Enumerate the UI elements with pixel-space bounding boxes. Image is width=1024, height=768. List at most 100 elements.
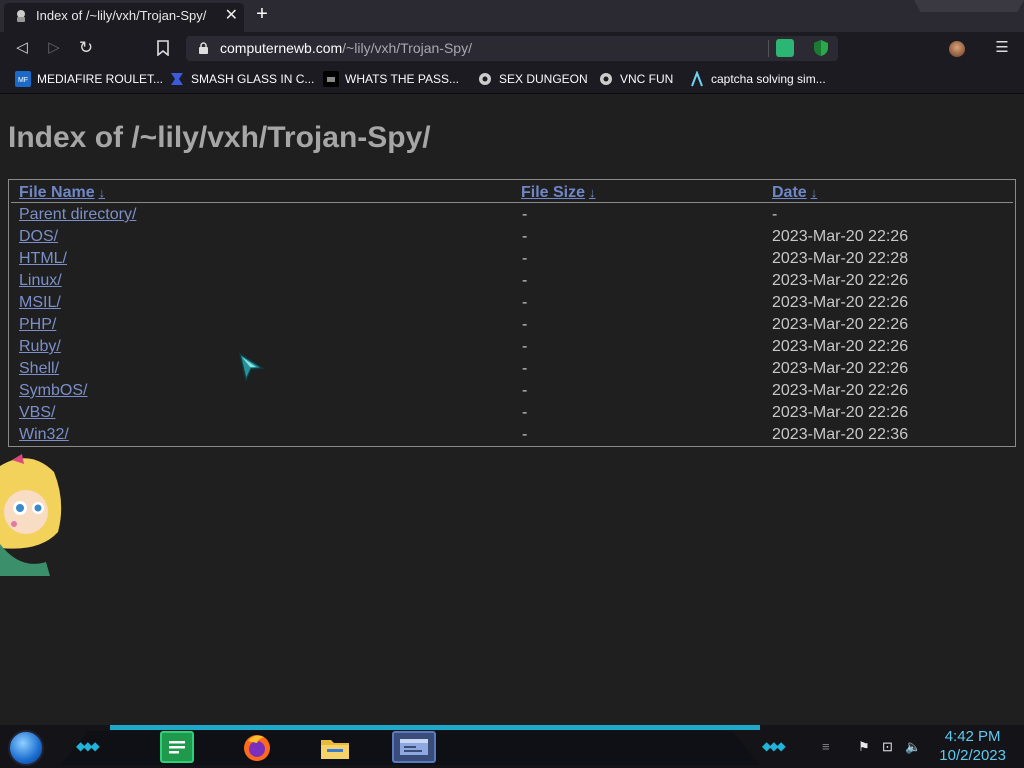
network-icon[interactable]: ⊡ <box>882 739 893 755</box>
table-row: MSIL/ - 2023-Mar-20 22:26 <box>9 294 1015 316</box>
browser-tab[interactable]: Index of /~lily/vxh/Trojan-Spy/ ✕ <box>4 3 244 32</box>
bookmark-whats-the-pass[interactable]: WHATS THE PASS... <box>323 71 459 87</box>
window-icon <box>400 739 428 755</box>
start-button[interactable] <box>8 730 44 766</box>
bookmark-label: SEX DUNGEON <box>499 72 588 86</box>
bookmark-sex-dungeon[interactable]: SEX DUNGEON <box>477 71 588 87</box>
bookmark-mediafire[interactable]: MF MEDIAFIRE ROULET... <box>15 71 163 87</box>
taskbar-file-explorer-icon[interactable] <box>318 731 352 763</box>
file-size: - <box>522 404 528 421</box>
sort-arrow-icon: ↓ <box>810 185 818 200</box>
page-title: Index of /~lily/vxh/Trojan-Spy/ <box>8 121 431 154</box>
file-link[interactable]: DOS/ <box>19 228 58 246</box>
file-link[interactable]: Parent directory/ <box>19 206 136 224</box>
file-link[interactable]: Ruby/ <box>19 338 61 356</box>
file-date: 2023-Mar-20 22:26 <box>772 360 909 377</box>
folder-icon <box>321 740 349 759</box>
column-divider <box>512 202 513 203</box>
file-date: 2023-Mar-20 22:26 <box>772 228 909 245</box>
file-size: - <box>522 250 528 267</box>
column-header-label: File Size <box>521 184 586 201</box>
tab-title: Index of /~lily/vxh/Trojan-Spy/ <box>36 8 207 23</box>
dark-site-icon <box>323 71 339 87</box>
taskbar-chevrons-icon: ◆◆◆ <box>76 739 100 753</box>
table-row: DOS/ - 2023-Mar-20 22:26 <box>9 228 1015 250</box>
tab-close-icon[interactable]: ✕ <box>225 3 238 28</box>
bookmark-label: WHATS THE PASS... <box>345 72 460 86</box>
file-date: 2023-Mar-20 22:26 <box>772 294 909 311</box>
tray-overflow-icon[interactable]: ≡ <box>822 739 830 754</box>
cartoon-character-sticker <box>0 454 62 576</box>
taskbar-accent <box>110 725 760 730</box>
file-size: - <box>522 360 528 377</box>
bookmarks-bar: MF MEDIAFIRE ROULET... SMASH GLASS IN C.… <box>0 64 1024 94</box>
notes-icon <box>169 741 185 754</box>
clock-time: 4:42 PM <box>944 728 1001 745</box>
bookmark-label: MEDIAFIRE ROULET... <box>37 72 164 86</box>
bookmark-smash-glass[interactable]: SMASH GLASS IN C... <box>169 71 314 87</box>
column-header-label: Date <box>772 184 807 201</box>
table-row: Shell/ - 2023-Mar-20 22:26 <box>9 360 1015 382</box>
url-text[interactable]: computernewb.com/~lily/vxh/Trojan-Spy/ <box>220 40 472 56</box>
file-link[interactable]: Win32/ <box>19 426 69 444</box>
reload-button[interactable]: ↻ <box>75 37 97 59</box>
new-tab-button[interactable]: + <box>252 4 272 25</box>
file-size: - <box>522 228 528 245</box>
taskbar-firefox-icon[interactable] <box>240 731 274 763</box>
taskbar-window-app-icon[interactable] <box>392 731 436 763</box>
sort-arrow-icon: ↓ <box>589 185 596 200</box>
page-content: Index of /~lily/vxh/Trojan-Spy/ File Nam… <box>0 95 1024 725</box>
sort-arrow-icon: ↓ <box>98 185 106 200</box>
file-link[interactable]: SymbOS/ <box>19 382 87 400</box>
directory-listing: File Name ↓ File Size ↓ Date ↓ Parent direc… <box>8 179 1016 447</box>
url-host: computernewb.com <box>220 40 343 56</box>
firefox-icon <box>244 735 270 761</box>
taskbar-chevrons-right-icon: ◆◆◆ <box>762 739 786 753</box>
gear-site-icon <box>479 73 491 85</box>
file-date: 2023-Mar-20 22:28 <box>772 250 909 267</box>
file-link[interactable]: MSIL/ <box>19 294 61 312</box>
table-row: SymbOS/ - 2023-Mar-20 22:26 <box>9 382 1015 404</box>
app-menu-button[interactable]: ☰ <box>991 37 1013 59</box>
file-link[interactable]: VBS/ <box>19 404 55 422</box>
system-clock[interactable]: 4:42 PM 10/2/2023 <box>939 727 1006 765</box>
bookmark-captcha[interactable]: captcha solving sim... <box>689 71 826 87</box>
clock-date: 10/2/2023 <box>939 747 1006 764</box>
column-header-date[interactable]: Date ↓ <box>772 184 817 202</box>
file-date: 2023-Mar-20 22:26 <box>772 338 909 355</box>
column-header-size[interactable]: File Size ↓ <box>521 184 596 202</box>
action-center-flag-icon[interactable]: ⚑ <box>858 739 870 755</box>
file-date: - <box>772 206 778 223</box>
forward-button[interactable]: ▷ <box>43 37 65 59</box>
bookmark-icon[interactable] <box>156 40 170 56</box>
file-date: 2023-Mar-20 22:26 <box>772 404 909 421</box>
back-button[interactable]: ◁ <box>11 37 33 59</box>
tab-strip: Index of /~lily/vxh/Trojan-Spy/ ✕ + <box>0 0 1024 32</box>
file-date: 2023-Mar-20 22:26 <box>772 316 909 333</box>
bookmark-label: captcha solving sim... <box>711 72 826 86</box>
file-date: 2023-Mar-20 22:26 <box>772 272 909 289</box>
taskbar: ◆◆◆ ◆◆◆ ≡ ⚑ ⊡ 🔈 4:42 PM 10/2/2023 <box>0 725 1024 768</box>
file-size: - <box>522 206 528 223</box>
table-row: HTML/ - 2023-Mar-20 22:28 <box>9 250 1015 272</box>
bookmark-label: SMASH GLASS IN C... <box>191 72 315 86</box>
file-link[interactable]: PHP/ <box>19 316 56 334</box>
extension-chat-icon[interactable] <box>776 39 794 57</box>
file-link[interactable]: Shell/ <box>19 360 59 378</box>
table-row: VBS/ - 2023-Mar-20 22:26 <box>9 404 1015 426</box>
table-row: Parent directory/ - - <box>9 206 1015 228</box>
column-header-name[interactable]: File Name ↓ <box>19 184 105 202</box>
file-size: - <box>522 382 528 399</box>
gear-site-icon <box>600 73 612 85</box>
file-link[interactable]: HTML/ <box>19 250 67 268</box>
bookmark-vnc-fun[interactable]: VNC FUN <box>598 71 673 87</box>
account-avatar[interactable] <box>949 41 965 57</box>
file-link[interactable]: Linux/ <box>19 272 62 290</box>
address-bar[interactable]: computernewb.com/~lily/vxh/Trojan-Spy/ <box>186 36 838 61</box>
taskbar-notes-app-icon[interactable] <box>160 731 194 763</box>
volume-icon[interactable]: 🔈 <box>905 739 921 755</box>
urlbar-divider <box>768 40 769 57</box>
window-decoration <box>914 0 1024 12</box>
lock-icon[interactable] <box>198 42 209 55</box>
extension-shield-icon[interactable] <box>812 39 830 57</box>
